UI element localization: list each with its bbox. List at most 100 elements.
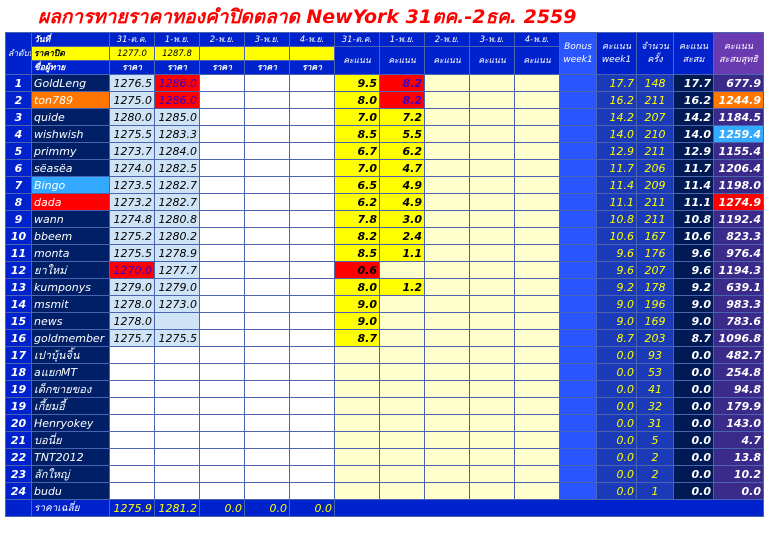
accum-score-cell: 16.2 bbox=[673, 91, 714, 109]
total-score-cell: 13.8 bbox=[713, 448, 764, 466]
price-cell bbox=[244, 346, 290, 364]
score-cell bbox=[514, 431, 560, 449]
price-cell bbox=[109, 431, 155, 449]
close-price-0: 1277.0 bbox=[109, 46, 155, 61]
player-name-cell: monta bbox=[31, 244, 110, 262]
rank-cell: 1 bbox=[5, 74, 32, 92]
week1-score-cell: 12.9 bbox=[596, 142, 637, 160]
price-cell bbox=[289, 159, 335, 177]
score-cell bbox=[379, 295, 425, 313]
rank-cell: 15 bbox=[5, 312, 32, 330]
price-cell bbox=[244, 414, 290, 432]
price-cell bbox=[289, 295, 335, 313]
bonus-cell bbox=[559, 312, 597, 330]
bonus-cell bbox=[559, 482, 597, 500]
accum-header-line1: คะแนน bbox=[679, 41, 708, 52]
accum-score-cell: 9.0 bbox=[673, 295, 714, 313]
score-cell bbox=[424, 227, 470, 245]
bonus-cell bbox=[559, 363, 597, 381]
price-cell bbox=[289, 380, 335, 398]
price-cell bbox=[199, 346, 245, 364]
week1-header: คะแนน week1 bbox=[596, 32, 637, 75]
price-cell bbox=[244, 363, 290, 381]
week1-header-line1: คะแนน bbox=[602, 41, 631, 52]
price-cell: 1277.7 bbox=[154, 261, 200, 279]
player-name-cell: wishwish bbox=[31, 125, 110, 143]
total-score-cell: 1206.4 bbox=[713, 159, 764, 177]
price-cell bbox=[199, 227, 245, 245]
score-cell bbox=[469, 329, 515, 347]
score-cell: 8.2 bbox=[334, 227, 380, 245]
price-cell bbox=[244, 210, 290, 228]
score-cell: 7.0 bbox=[334, 108, 380, 126]
count-cell: 5 bbox=[636, 431, 674, 449]
rank-cell: 7 bbox=[5, 176, 32, 194]
rank-cell: 10 bbox=[5, 227, 32, 245]
accum-score-cell: 11.7 bbox=[673, 159, 714, 177]
accum-score-cell: 11.1 bbox=[673, 193, 714, 211]
bonus-cell bbox=[559, 176, 597, 194]
accum-score-cell: 11.4 bbox=[673, 176, 714, 194]
price-cell bbox=[244, 176, 290, 194]
player-name-cell: goldmember bbox=[31, 329, 110, 347]
player-name-cell: quide bbox=[31, 108, 110, 126]
table-row: 2 ton789 1275.0 1286.0 8.0 8.2 16.2 211 16.2 1244… bbox=[5, 91, 764, 109]
total-score-cell: 10.2 bbox=[713, 465, 764, 483]
total-header-line1: คะแนน bbox=[724, 41, 753, 52]
bonus-cell bbox=[559, 346, 597, 364]
price-cell bbox=[199, 74, 245, 92]
price-cell bbox=[289, 193, 335, 211]
price-cell bbox=[244, 482, 290, 500]
score-cell bbox=[334, 380, 380, 398]
price-cell: 1282.5 bbox=[154, 159, 200, 177]
price-header-3: ราคา bbox=[244, 60, 290, 75]
total-score-cell: 639.1 bbox=[713, 278, 764, 296]
rank-cell: 5 bbox=[5, 142, 32, 160]
date-header-score-4: 4-พ.ย. bbox=[514, 32, 560, 47]
price-cell bbox=[289, 431, 335, 449]
table-row: 10 bbeem 1275.2 1280.2 8.2 2.4 10.6 167 10.6 823.… bbox=[5, 227, 764, 245]
bonus-cell bbox=[559, 159, 597, 177]
total-score-cell: 179.9 bbox=[713, 397, 764, 415]
total-score-cell: 1184.5 bbox=[713, 108, 764, 126]
accum-score-cell: 0.0 bbox=[673, 465, 714, 483]
price-cell: 1273.2 bbox=[109, 193, 155, 211]
week1-score-cell: 0.0 bbox=[596, 465, 637, 483]
score-cell bbox=[514, 295, 560, 313]
player-name-cell: เด็กขายของ bbox=[31, 380, 110, 398]
bonus-cell bbox=[559, 74, 597, 92]
price-cell bbox=[199, 261, 245, 279]
price-cell: 1282.7 bbox=[154, 176, 200, 194]
total-score-cell: 677.9 bbox=[713, 74, 764, 92]
price-cell bbox=[244, 193, 290, 211]
score-cell bbox=[469, 482, 515, 500]
price-cell bbox=[244, 261, 290, 279]
price-cell bbox=[109, 346, 155, 364]
price-cell bbox=[199, 244, 245, 262]
week1-score-cell: 9.6 bbox=[596, 261, 637, 279]
table-row: 16 goldmember 1275.7 1275.5 8.7 8.7 203 8.7 1096… bbox=[5, 329, 764, 347]
price-cell bbox=[244, 465, 290, 483]
price-cell bbox=[289, 261, 335, 279]
price-cell bbox=[289, 278, 335, 296]
count-cell: 169 bbox=[636, 312, 674, 330]
player-name-cell: aแยกMT bbox=[31, 363, 110, 381]
score-cell: 9.0 bbox=[334, 295, 380, 313]
score-cell bbox=[334, 482, 380, 500]
table-row: 8 dada 1273.2 1282.7 6.2 4.9 11.1 211 11.1 1274.9 bbox=[5, 193, 764, 211]
price-cell bbox=[154, 380, 200, 398]
week1-score-cell: 0.0 bbox=[596, 414, 637, 432]
total-score-cell: 0.0 bbox=[713, 482, 764, 500]
table-row: 22 TNT2012 0.0 2 0.0 13.8 bbox=[5, 448, 764, 466]
player-name-cell: ลักใหญ่ bbox=[31, 465, 110, 483]
price-cell bbox=[154, 448, 200, 466]
score-cell bbox=[334, 346, 380, 364]
rank-cell: 13 bbox=[5, 278, 32, 296]
score-cell bbox=[469, 431, 515, 449]
score-cell bbox=[424, 363, 470, 381]
score-cell bbox=[514, 414, 560, 432]
bonus-cell bbox=[559, 278, 597, 296]
table-row: 19 เกี้ยมอี้ 0.0 32 0.0 179.9 bbox=[5, 397, 764, 415]
score-cell bbox=[514, 346, 560, 364]
week1-score-cell: 8.7 bbox=[596, 329, 637, 347]
